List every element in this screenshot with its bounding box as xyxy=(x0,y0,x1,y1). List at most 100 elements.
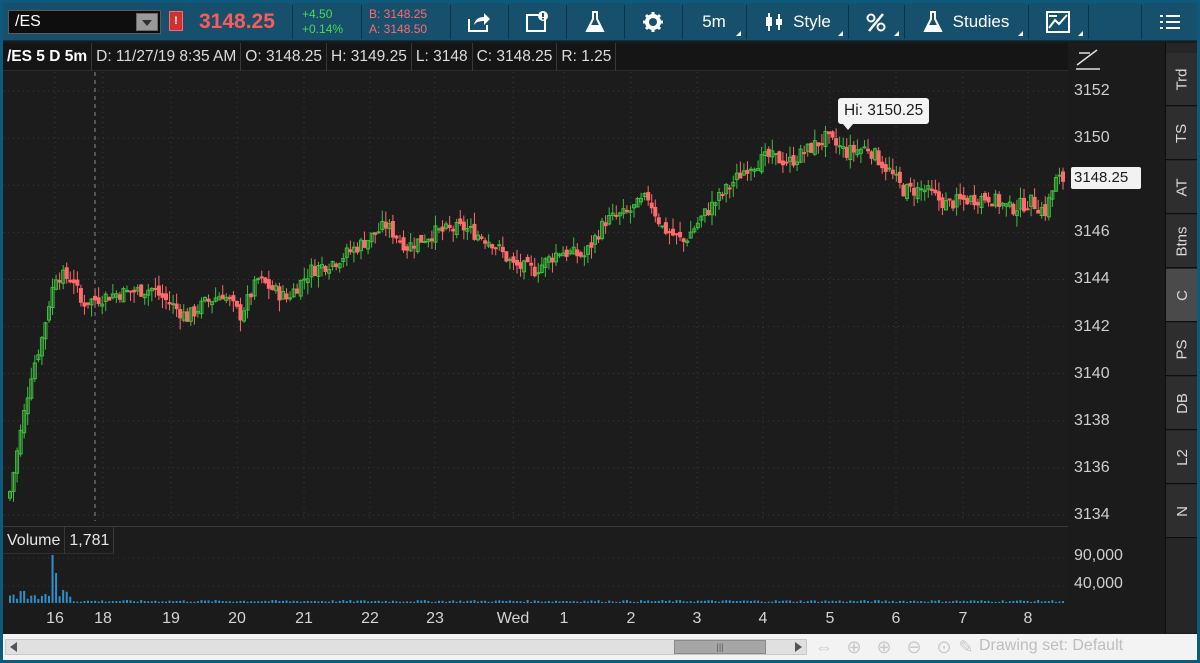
candle-body xyxy=(156,285,161,296)
candle-body xyxy=(373,232,378,235)
side-tab-c[interactable]: C xyxy=(1166,269,1197,322)
net-change-percent: +0.14% xyxy=(302,22,344,36)
candle-body xyxy=(866,148,870,152)
candle-body xyxy=(238,304,243,321)
candle-body xyxy=(646,192,651,201)
price-chart[interactable] xyxy=(3,72,1068,521)
volume-bar xyxy=(19,591,22,603)
price-axis-label: 3138 xyxy=(1074,411,1110,429)
candle-body xyxy=(1025,208,1030,211)
time-axis-label: 16 xyxy=(46,610,64,627)
price-axis-label: 3140 xyxy=(1074,364,1110,382)
chart-info-button[interactable] xyxy=(510,3,564,41)
scroll-thumb[interactable]: ||| xyxy=(674,640,766,654)
bar-high: H: 3149.25 xyxy=(327,43,412,71)
candle-body xyxy=(880,161,885,169)
time-axis-label: 2 xyxy=(626,610,636,627)
candle-body xyxy=(57,279,62,283)
candle-body xyxy=(667,231,672,234)
side-tab-ps[interactable]: PS xyxy=(1166,323,1197,376)
time-axis[interactable]: 16 18 19 20 21 22 23 Wed 1 2 3 4 5 6 7 8 xyxy=(3,603,1068,634)
candle-body xyxy=(220,294,225,300)
time-axis-label: 22 xyxy=(361,610,379,627)
side-tabs: Trd TS AT Btns C PS DB L2 N xyxy=(1165,43,1197,633)
share-button[interactable] xyxy=(452,3,506,41)
side-tab-btns[interactable]: Btns xyxy=(1166,215,1197,268)
app-window: /ES ! 3148.25 +4.50 +0.14% B: 3148.25 A:… xyxy=(3,3,1197,660)
alert-badge[interactable]: ! xyxy=(169,11,183,31)
high-marker: Hi: 3150.25 xyxy=(838,98,930,130)
side-tab-label: C xyxy=(1173,289,1191,301)
drawings-button[interactable] xyxy=(1030,3,1086,41)
volume-bar xyxy=(44,593,47,603)
zoom-out-icon[interactable]: ⊖ xyxy=(903,637,925,657)
candle-body xyxy=(511,256,516,263)
timeframe-button[interactable]: 5m xyxy=(684,3,744,41)
side-tab-trd[interactable]: Trd xyxy=(1166,53,1197,106)
horizontal-scrollbar[interactable]: ||| xyxy=(5,639,807,655)
candle-body xyxy=(355,246,360,253)
drawing-icon[interactable] xyxy=(1074,45,1102,71)
bottom-bar: ||| ⇔ ⊕ ⊕ ⊖ ⊙ ✎ Drawing set: Default xyxy=(3,634,1197,660)
share-icon xyxy=(468,13,490,32)
candle-body xyxy=(780,160,785,166)
studies-button[interactable]: Studies xyxy=(906,3,1026,41)
drawing-set-label[interactable]: Drawing set: Default xyxy=(979,637,1123,655)
side-tab-l2[interactable]: L2 xyxy=(1166,431,1197,484)
candle-body xyxy=(472,223,477,240)
crosshair-icon[interactable]: ⊕ xyxy=(843,637,865,657)
volume-value: 1,781 xyxy=(65,527,115,554)
candle-body xyxy=(348,249,353,253)
time-axis-label: 5 xyxy=(825,610,835,627)
candle-body xyxy=(249,293,254,298)
zoom-in-icon[interactable]: ⊕ xyxy=(873,637,895,657)
symbol-input[interactable]: /ES xyxy=(8,10,161,34)
side-tab-at[interactable]: AT xyxy=(1166,161,1197,214)
candle-body xyxy=(401,237,406,251)
volume-pane[interactable]: Volume 1,781 xyxy=(3,526,1068,603)
beaker-button[interactable] xyxy=(568,3,622,41)
price-axis[interactable]: 3152315031483146314431423140313831363134… xyxy=(1068,43,1163,602)
candle-body xyxy=(614,214,619,217)
candle-body xyxy=(890,169,895,175)
scroll-right-icon[interactable] xyxy=(790,640,806,654)
side-tab-db[interactable]: DB xyxy=(1166,377,1197,430)
candle-body xyxy=(933,189,938,194)
gear-icon xyxy=(643,12,663,32)
candle-body xyxy=(674,233,679,236)
side-tab-ts[interactable]: TS xyxy=(1166,107,1197,160)
candle-body xyxy=(784,161,789,164)
pan-icon[interactable]: ⇔ xyxy=(813,637,835,657)
candle-body xyxy=(1061,171,1065,182)
price-axis-label: 3144 xyxy=(1074,270,1110,288)
candle-body xyxy=(727,187,732,190)
candle-body xyxy=(777,151,782,164)
candle-body xyxy=(390,221,395,238)
candle-body xyxy=(394,235,399,239)
toolbar-divider xyxy=(682,5,683,39)
candle-body xyxy=(990,203,995,207)
chart-header: /ES 5 D 5m D: 11/27/19 8:35 AM O: 3148.2… xyxy=(3,43,1068,71)
price-chart-svg xyxy=(3,72,1068,521)
volume-header: Volume 1,781 xyxy=(3,527,115,554)
side-tab-n[interactable]: N xyxy=(1166,485,1197,538)
menu-button[interactable] xyxy=(1143,3,1197,41)
symbol-dropdown-button[interactable] xyxy=(136,13,158,31)
candle-body xyxy=(419,234,424,243)
candle-body xyxy=(128,290,133,293)
style-button[interactable]: Style xyxy=(748,3,846,41)
candle-body xyxy=(951,200,956,209)
candle-body xyxy=(908,182,913,187)
candle-body xyxy=(266,279,271,289)
side-tab-label: Trd xyxy=(1173,68,1191,90)
bar-range: R: 1.25 xyxy=(557,43,617,71)
scroll-left-icon[interactable] xyxy=(6,640,22,654)
candle-body xyxy=(660,225,665,228)
fit-icon[interactable]: ⊙ xyxy=(933,637,955,657)
pencil-icon[interactable]: ✎ xyxy=(955,637,977,657)
time-axis-label: 1 xyxy=(559,610,569,627)
percentage-button[interactable] xyxy=(850,3,902,41)
candle-body xyxy=(894,173,899,176)
settings-button[interactable] xyxy=(626,3,680,41)
volume-chart-svg xyxy=(3,555,1068,603)
